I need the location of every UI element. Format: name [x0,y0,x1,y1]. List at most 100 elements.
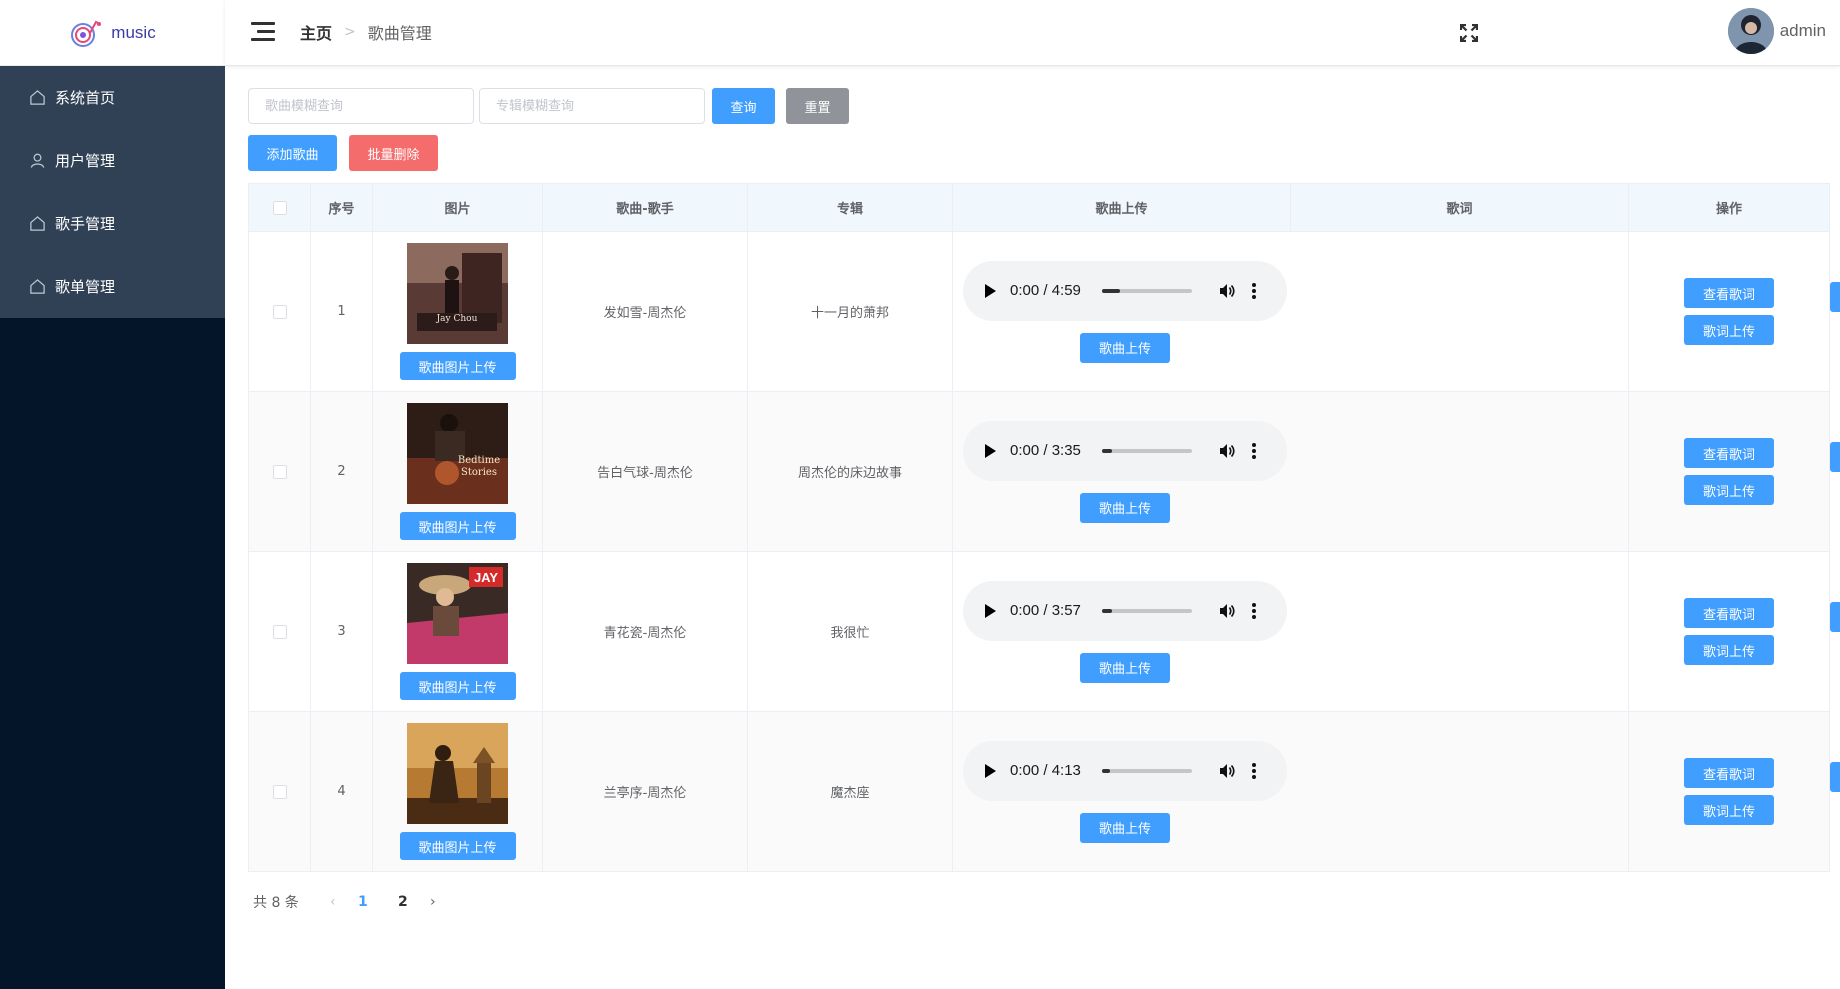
table-row: 1 Jay Chou 歌曲图片上传 发如雪-周杰伦 十一月的萧邦 0:00 / … [248,231,1840,392]
audio-player[interactable]: 0:00 / 4:13 [963,740,1287,801]
home-icon [28,215,46,233]
row-audio-cell: 0:00 / 4:13 歌曲上传 [952,711,1629,872]
view-lyrics-button[interactable]: 查看歌词 [1684,598,1774,628]
column-header-song-upload: 歌曲上传 [952,183,1291,232]
album-search-input[interactable] [479,88,705,124]
upload-image-button[interactable]: 歌曲图片上传 [399,352,516,380]
view-lyrics-button[interactable]: 查看歌词 [1684,278,1774,308]
upload-lyrics-button[interactable]: 歌词上传 [1684,795,1774,825]
sidebar-item-singers[interactable]: 歌手管理 [0,192,225,255]
row-checkbox[interactable] [272,784,287,799]
upload-lyrics-button[interactable]: 歌词上传 [1684,315,1774,345]
audio-player[interactable]: 0:00 / 3:57 [963,580,1287,641]
audio-time: 0:00 / 3:57 [1010,602,1081,619]
row-audio-cell: 0:00 / 3:35 歌曲上传 [952,391,1629,552]
select-all-checkbox[interactable] [272,200,287,215]
row-image-cell: Jay Chou 歌曲图片上传 [372,231,543,392]
row-checkbox[interactable] [272,464,287,479]
volume-icon[interactable] [1218,442,1236,460]
edit-button[interactable]: 编辑 [1830,601,1840,632]
batch-delete-button[interactable]: 批量删除 [349,135,438,171]
logo[interactable]: music [0,0,225,66]
audio-time: 0:00 / 3:35 [1010,442,1081,459]
view-lyrics-button[interactable]: 查看歌词 [1684,758,1774,788]
row-image-cell: JAY 歌曲图片上传 [372,551,543,712]
album-cover-image: Jay Chou [407,243,508,344]
row-checkbox[interactable] [272,624,287,639]
audio-progress-slider[interactable] [1102,768,1192,773]
avatar[interactable] [1727,8,1774,54]
username[interactable]: admin [1780,21,1826,41]
sidebar-item-label: 用户管理 [55,152,116,170]
breadcrumb-home[interactable]: 主页 [300,20,332,44]
upload-song-button[interactable]: 歌曲上传 [1080,492,1170,523]
more-options-icon[interactable] [1252,442,1256,459]
action-bar: 添加歌曲 批量删除 [248,135,1840,171]
home-icon [28,89,46,107]
row-album: 周杰伦的床边故事 [747,391,953,552]
more-options-icon[interactable] [1252,602,1256,619]
table-row: 2 Bedtime Stories 歌曲图片上传 告白气球-周杰伦 周杰伦的床边… [248,391,1840,552]
pagination-total: 共 8 条 [253,895,299,911]
more-options-icon[interactable] [1252,282,1256,299]
svg-text:Jay Chou: Jay Chou [436,314,478,324]
reset-button[interactable]: 重置 [786,88,849,124]
audio-player[interactable]: 0:00 / 4:59 [963,260,1287,321]
search-button[interactable]: 查询 [712,88,775,124]
row-index: 2 [310,391,373,552]
sidebar-item-playlists[interactable]: 歌单管理 [0,255,225,318]
upload-image-button[interactable]: 歌曲图片上传 [399,832,516,860]
audio-progress-slider[interactable] [1102,608,1192,613]
play-icon[interactable] [985,283,996,298]
audio-progress-slider[interactable] [1102,288,1192,293]
play-icon[interactable] [985,443,996,458]
song-table: 序号 图片 歌曲-歌手 专辑 歌曲上传 歌词 操作 1 Jay Chou 歌曲图… [248,183,1840,872]
logo-text: music [111,22,156,42]
upload-lyrics-button[interactable]: 歌词上传 [1684,475,1774,505]
row-select-cell [248,711,311,872]
prev-page-button[interactable]: ‹ [323,894,343,910]
row-lyrics-cell: 查看歌词 歌词上传 [1628,231,1830,392]
row-checkbox[interactable] [272,304,287,319]
next-page-button[interactable]: › [423,894,443,910]
sidebar-item-home[interactable]: 系统首页 [0,66,225,129]
search-bar: 查询 重置 [248,88,1840,124]
column-header-song-singer: 歌曲-歌手 [542,183,748,232]
sidebar-item-label: 歌单管理 [55,278,116,296]
row-index: 3 [310,551,373,712]
audio-progress-slider[interactable] [1102,448,1192,453]
play-icon[interactable] [985,763,996,778]
sidebar-item-users[interactable]: 用户管理 [0,129,225,192]
upload-image-button[interactable]: 歌曲图片上传 [399,672,516,700]
volume-icon[interactable] [1218,762,1236,780]
more-options-icon[interactable] [1252,762,1256,779]
fullscreen-icon[interactable] [1460,24,1478,42]
page-1[interactable]: 1 [343,894,383,910]
page-2[interactable]: 2 [383,894,423,910]
row-index: 1 [310,231,373,392]
upload-song-button[interactable]: 歌曲上传 [1080,812,1170,843]
edit-button[interactable]: 编辑 [1830,761,1840,792]
add-song-button[interactable]: 添加歌曲 [248,135,337,171]
volume-icon[interactable] [1218,282,1236,300]
menu-toggle-icon[interactable] [251,22,275,42]
audio-time: 0:00 / 4:13 [1010,762,1081,779]
svg-text:Stories: Stories [461,467,497,478]
volume-icon[interactable] [1218,602,1236,620]
upload-image-button[interactable]: 歌曲图片上传 [399,512,516,540]
play-icon[interactable] [985,603,996,618]
upload-song-button[interactable]: 歌曲上传 [1080,332,1170,363]
upload-song-button[interactable]: 歌曲上传 [1080,652,1170,683]
edit-button[interactable]: 编辑 [1830,441,1840,472]
sidebar: music 系统首页 用户管理 歌手管理 歌单管理 [0,0,225,989]
edit-button[interactable]: 编辑 [1830,281,1840,312]
row-album: 十一月的萧邦 [747,231,953,392]
upload-lyrics-button[interactable]: 歌词上传 [1684,635,1774,665]
user-menu[interactable]: admin [1727,8,1840,54]
album-cover-image: JAY [407,563,508,664]
row-select-cell [248,231,311,392]
user-icon [28,152,46,170]
view-lyrics-button[interactable]: 查看歌词 [1684,438,1774,468]
song-search-input[interactable] [248,88,474,124]
audio-player[interactable]: 0:00 / 3:35 [963,420,1287,481]
